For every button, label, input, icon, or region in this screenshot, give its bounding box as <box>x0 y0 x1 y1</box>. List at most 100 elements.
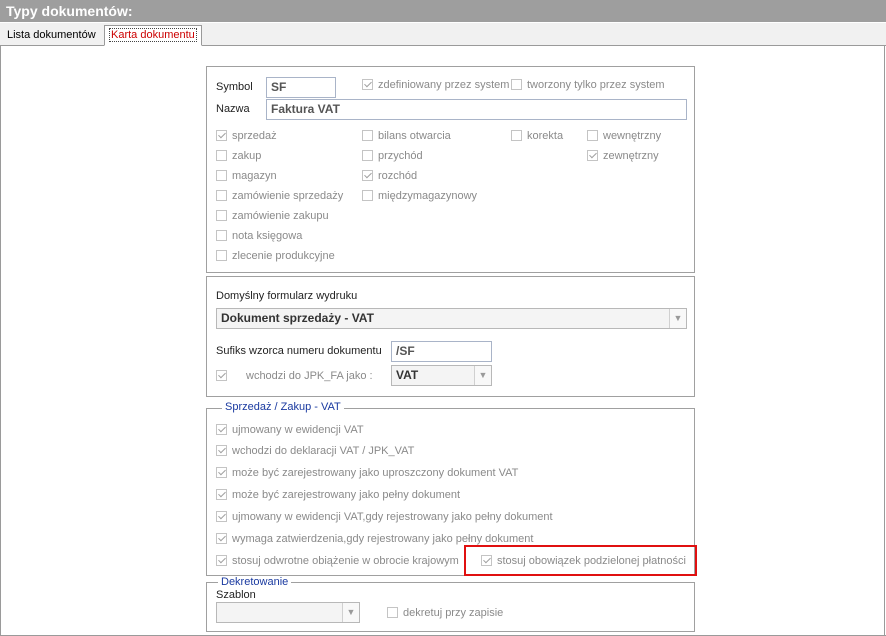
checkbox-mark <box>216 369 227 381</box>
window-title: Typy dokumentów: <box>0 0 886 22</box>
frame-right-border <box>884 45 885 636</box>
jpk-fa-checkbox[interactable] <box>216 369 232 383</box>
checkbox-mark <box>362 189 373 201</box>
magazyn-label: magazyn <box>232 170 277 182</box>
checkbox-mark <box>216 554 227 566</box>
ewidencja-vat-label: ujmowany w ewidencji VAT <box>232 424 364 436</box>
magazyn-checkbox[interactable]: magazyn <box>216 169 277 183</box>
sprzedaz-checkbox[interactable]: sprzedaż <box>216 129 277 143</box>
pelny-dokument-checkbox[interactable]: może być zarejestrowany jako pełny dokum… <box>216 488 460 502</box>
checkbox-mark <box>362 129 373 141</box>
jpk-fa-label: wchodzi do JPK_FA jako : <box>246 370 373 382</box>
zewnetrzny-checkbox[interactable]: zewnętrzny <box>587 149 659 163</box>
miedzymagazynowy-label: międzymagazynowy <box>378 190 478 202</box>
nazwa-input[interactable]: Faktura VAT <box>266 99 687 120</box>
zamowienie-sprzedazy-checkbox[interactable]: zamówienie sprzedaży <box>216 189 343 203</box>
zakup-checkbox[interactable]: zakup <box>216 149 261 163</box>
dekretuj-checkbox[interactable]: dekretuj przy zapisie <box>387 606 503 620</box>
form-label: Domyślny formularz wydruku <box>216 290 358 302</box>
checkbox-mark <box>587 149 598 161</box>
ewidencja-pelny-checkbox[interactable]: ujmowany w ewidencji VAT,gdy rejestrowan… <box>216 510 553 524</box>
nota-ksiegowa-label: nota księgowa <box>232 230 303 242</box>
odwrotne-obciazenie-checkbox[interactable]: stosuj odwrotne obiążenie w obrocie kraj… <box>216 554 459 568</box>
tab-lista-dokumentow[interactable]: Lista dokumentów <box>3 26 100 44</box>
frame-left-border <box>0 45 1 636</box>
checkbox-mark <box>216 229 227 241</box>
checkbox-mark <box>216 532 227 544</box>
checkbox-mark <box>216 149 227 161</box>
zamowienie-zakupu-checkbox[interactable]: zamówienie zakupu <box>216 209 329 223</box>
uproszczony-checkbox[interactable]: może być zarejestrowany jako uproszczony… <box>216 466 518 480</box>
chevron-down-icon[interactable]: ▼ <box>474 366 491 385</box>
checkbox-mark <box>216 209 227 221</box>
symbol-label: Symbol <box>216 81 253 93</box>
jpk-fa-select[interactable]: VAT ▼ <box>391 365 492 386</box>
checkbox-mark <box>216 444 227 456</box>
zamowienie-sprzedazy-label: zamówienie sprzedaży <box>232 190 344 202</box>
pelny-dokument-label: może być zarejestrowany jako pełny dokum… <box>232 489 461 501</box>
zatwierdzenia-checkbox[interactable]: wymaga zatwierdzenia,gdy rejestrowany ja… <box>216 532 533 546</box>
zakup-label: zakup <box>232 150 262 162</box>
korekta-checkbox[interactable]: korekta <box>511 129 563 143</box>
suffix-label: Sufiks wzorca numeru dokumentu <box>216 345 382 357</box>
korekta-label: korekta <box>527 130 564 142</box>
checkbox-mark <box>511 78 522 90</box>
checkbox-mark <box>216 466 227 478</box>
zdefiniowany-checkbox[interactable]: zdefiniowany przez system <box>362 78 509 92</box>
chevron-down-icon[interactable]: ▼ <box>342 603 359 622</box>
checkbox-mark <box>362 149 373 161</box>
checkbox-mark <box>387 606 398 618</box>
zdefiniowany-label: zdefiniowany przez system <box>378 79 510 91</box>
przychod-checkbox[interactable]: przychód <box>362 149 423 163</box>
tworzony-checkbox[interactable]: tworzony tylko przez system <box>511 78 665 92</box>
bilans-otwarcia-checkbox[interactable]: bilans otwarcia <box>362 129 451 143</box>
checkbox-mark <box>587 129 598 141</box>
checkbox-mark <box>511 129 522 141</box>
form-select[interactable]: Dokument sprzedaży - VAT ▼ <box>216 308 687 329</box>
dekretowanie-legend: Dekretowanie <box>218 576 292 588</box>
checkbox-mark <box>362 169 373 181</box>
form-select-value: Dokument sprzedaży - VAT <box>221 311 374 325</box>
deklaracja-vat-label: wchodzi do deklaracji VAT / JPK_VAT <box>232 445 415 457</box>
tworzony-label: tworzony tylko przez system <box>527 79 665 91</box>
miedzymagazynowy-checkbox[interactable]: międzymagazynowy <box>362 189 477 203</box>
checkbox-mark <box>216 510 227 522</box>
checkbox-mark <box>216 189 227 201</box>
nota-ksiegowa-checkbox[interactable]: nota księgowa <box>216 229 302 243</box>
ewidencja-pelny-label: ujmowany w ewidencji VAT,gdy rejestrowan… <box>232 511 553 523</box>
tab-karta-dokumentu-label: Karta dokumentu <box>109 28 197 42</box>
zatwierdzenia-label: wymaga zatwierdzenia,gdy rejestrowany ja… <box>232 533 534 545</box>
highlight-box <box>464 545 697 576</box>
ewidencja-vat-checkbox[interactable]: ujmowany w ewidencji VAT <box>216 423 364 437</box>
suffix-input[interactable]: /SF <box>391 341 492 362</box>
wewnetrzny-label: wewnętrzny <box>603 130 662 142</box>
deklaracja-vat-checkbox[interactable]: wchodzi do deklaracji VAT / JPK_VAT <box>216 444 414 458</box>
nazwa-label: Nazwa <box>216 103 250 115</box>
jpk-fa-select-value: VAT <box>396 368 419 382</box>
zlecenie-produkcyjne-checkbox[interactable]: zlecenie produkcyjne <box>216 249 335 263</box>
tab-karta-dokumentu[interactable]: Karta dokumentu <box>104 25 202 46</box>
symbol-input[interactable]: SF <box>266 77 336 98</box>
dekretuj-label: dekretuj przy zapisie <box>403 607 504 619</box>
vat-legend: Sprzedaż / Zakup - VAT <box>222 401 344 413</box>
przychod-label: przychód <box>378 150 423 162</box>
odwrotne-obciazenie-label: stosuj odwrotne obiążenie w obrocie kraj… <box>232 555 459 567</box>
szablon-select[interactable]: ▼ <box>216 602 360 623</box>
tab-strip: Lista dokumentów Karta dokumentu <box>0 23 886 46</box>
sprzedaz-label: sprzedaż <box>232 130 277 142</box>
checkbox-mark <box>216 488 227 500</box>
zlecenie-produkcyjne-label: zlecenie produkcyjne <box>232 250 335 262</box>
chevron-down-icon[interactable]: ▼ <box>669 309 686 328</box>
szablon-label: Szablon <box>216 589 256 601</box>
checkbox-mark <box>362 78 373 90</box>
checkbox-mark <box>216 169 227 181</box>
rozchod-checkbox[interactable]: rozchód <box>362 169 417 183</box>
rozchod-label: rozchód <box>378 170 418 182</box>
zewnetrzny-label: zewnętrzny <box>603 150 659 162</box>
wewnetrzny-checkbox[interactable]: wewnętrzny <box>587 129 661 143</box>
uproszczony-label: może być zarejestrowany jako uproszczony… <box>232 467 519 479</box>
checkbox-mark <box>216 129 227 141</box>
checkbox-mark <box>216 249 227 261</box>
checkbox-mark <box>216 423 227 435</box>
zamowienie-zakupu-label: zamówienie zakupu <box>232 210 329 222</box>
